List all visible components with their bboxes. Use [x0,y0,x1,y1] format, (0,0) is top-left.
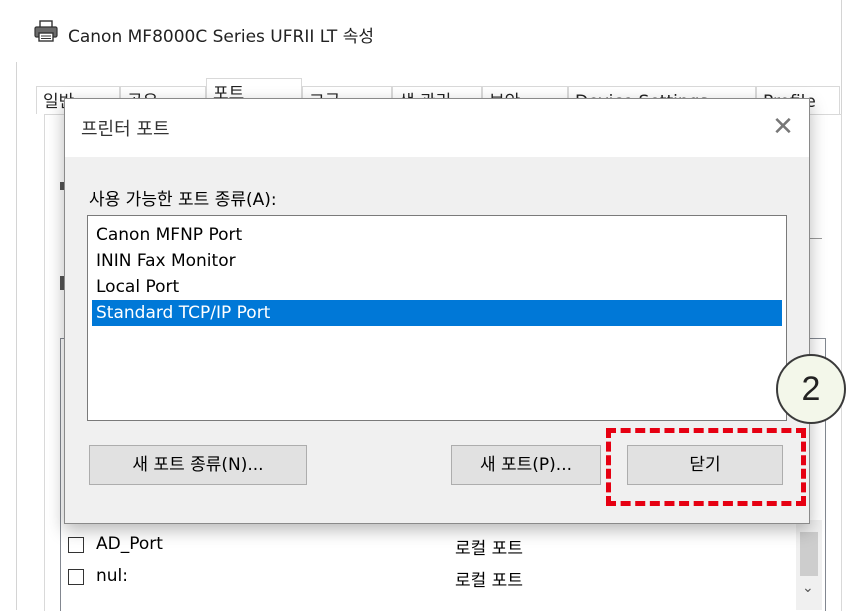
dialog-title: 프린터 포트 [81,119,170,140]
new-port-type-button[interactable]: 새 포트 종류(N)... [89,445,307,485]
new-port-button[interactable]: 새 포트(P)... [451,445,601,485]
port-checkbox[interactable] [68,569,84,585]
available-port-types-label: 사용 가능한 포트 종류(A): [89,190,277,210]
port-description: 로컬 포트 [455,571,523,591]
printer-icon [34,20,58,42]
port-types-listbox[interactable]: Canon MFNP Port ININ Fax Monitor Local P… [87,215,787,421]
list-item[interactable]: nul: 로컬 포트 [68,562,768,592]
port-name: AD_Port [96,534,163,554]
dialog-titlebar: 프린터 포트 ✕ [65,99,809,157]
list-item[interactable]: Canon MFNP Port [92,222,782,248]
callout-step-number: 2 [776,354,846,424]
properties-titlebar: Canon MF8000C Series UFRII LT 속성 [16,0,840,62]
port-checkbox[interactable] [68,537,84,553]
port-name: nul: [96,566,128,586]
list-item[interactable]: Local Port [92,274,782,300]
chevron-down-icon[interactable]: ⌄ [802,580,814,596]
close-icon[interactable]: ✕ [765,109,801,145]
list-item-selected[interactable]: Standard TCP/IP Port [92,300,782,326]
scrollbar-thumb[interactable] [800,532,818,576]
port-description: 로컬 포트 [455,539,523,559]
list-item[interactable]: AD_Port 로컬 포트 [68,530,768,560]
window-title: Canon MF8000C Series UFRII LT 속성 [68,27,374,47]
port-list-scrollbar[interactable]: ⌄ [796,520,822,610]
callout-highlight-box [606,428,806,506]
list-item[interactable]: ININ Fax Monitor [92,248,782,274]
